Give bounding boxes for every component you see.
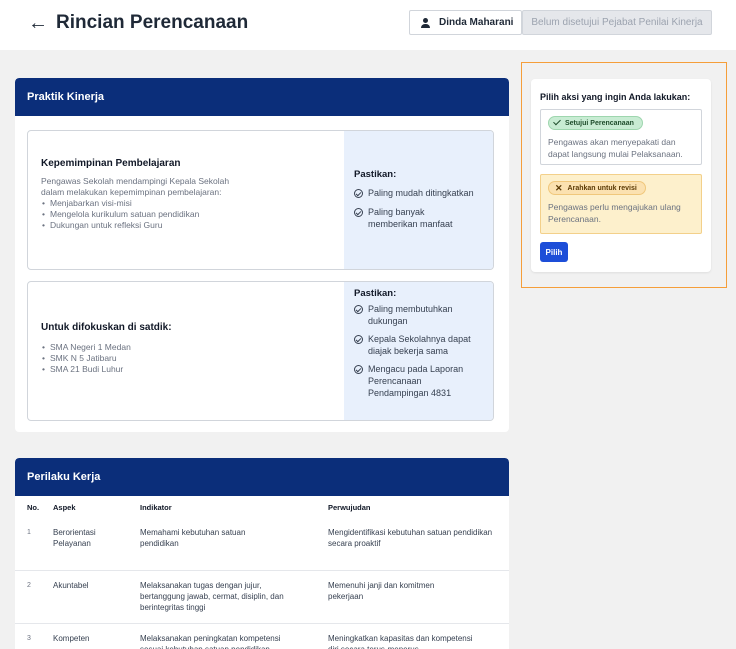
option-revise[interactable]: ✕ Arahkan untuk revisi Pengawas perlu me… [540, 174, 702, 234]
check-circle-icon [354, 304, 363, 314]
revise-desc: Pengawas perlu mengajukan ulang Perencan… [548, 202, 681, 224]
action-title: Pilih aksi yang ingin Anda lakukan: [540, 92, 691, 102]
cell-no: 1 [27, 529, 31, 536]
cell-aspek: Kompeten [53, 633, 90, 643]
satdik-info: Untuk difokuskan di satdik: SMA Negeri 1… [28, 282, 344, 420]
action-card: Pilih aksi yang ingin Anda lakukan: Setu… [531, 79, 711, 272]
check-text: Paling membutuhkan dukungan [368, 304, 453, 326]
praktik-kinerja-heading: Praktik Kinerja [15, 78, 509, 116]
cell-aspek: Akuntabel [53, 580, 89, 590]
check-text: Paling banyak memberikan manfaat [368, 207, 453, 229]
kepemimpinan-card: Kepemimpinan Pembelajaran Pengawas Sekol… [27, 130, 494, 270]
desc-line-2: dalam melakukan kepemimpinan pembelajara… [41, 187, 222, 197]
approve-desc: Pengawas akan menyepakati dan dapat lang… [548, 137, 683, 159]
list-item: SMA Negeri 1 Medan [41, 342, 344, 353]
approval-status-badge: Belum disetujui Pejabat Penilai Kinerja [522, 10, 712, 35]
satdik-pastikan: Pastikan: Paling membutuhkan dukungan Ke… [344, 282, 493, 420]
check-item: Paling banyak memberikan manfaat [354, 206, 493, 230]
check-circle-icon [354, 334, 363, 344]
action-highlight-frame: Pilih aksi yang ingin Anda lakukan: Setu… [521, 62, 727, 288]
check-text: Paling mudah ditingkatkan [368, 188, 474, 198]
kepemimpinan-pastikan: Pastikan: Paling mudah ditingkatkan Pali… [344, 131, 493, 269]
check-circle-icon [354, 188, 363, 198]
approve-label: Setujui Perencanaan [565, 119, 634, 127]
list-item: Mengelola kurikulum satuan pendidikan [41, 209, 344, 220]
pastikan-label: Pastikan: [354, 169, 397, 180]
x-icon: ✕ [555, 182, 563, 193]
top-bar: ← Rincian Perencanaan Dinda Maharani Bel… [0, 0, 736, 50]
revise-tag: ✕ Arahkan untuk revisi [548, 181, 646, 195]
table-row: 2 Akuntabel Melaksanakan tugas dengan ju… [15, 570, 509, 623]
check-text: Mengacu pada Laporan Perencanaan Pendamp… [368, 364, 464, 398]
check-item: Mengacu pada Laporan Perencanaan Pendamp… [354, 363, 493, 399]
satdik-card: Untuk difokuskan di satdik: SMA Negeri 1… [27, 281, 494, 421]
list-item: Dukungan untuk refleksi Guru [41, 220, 344, 231]
column-header: No. [27, 502, 40, 512]
column-header: Perwujudan [328, 502, 371, 512]
pastikan-label: Pastikan: [354, 288, 397, 299]
list-item: Menjabarkan visi-misi [41, 198, 344, 209]
check-item: Kepala Sekolahnya dapat diajak bekerja s… [354, 333, 493, 357]
cell-aspek: Berorientasi Pelayanan [53, 528, 96, 548]
table-row: 1 Berorientasi Pelayanan Memahami kebutu… [15, 518, 509, 570]
kepemimpinan-desc: Pengawas Sekolah mendampingi Kepala Seko… [41, 176, 344, 198]
satdik-bullets: SMA Negeri 1 Medan SMK N 5 Jatibaru SMA … [41, 342, 344, 375]
check-circle-icon [354, 364, 363, 374]
column-header: Indikator [140, 502, 172, 512]
user-name: Dinda Maharani [439, 17, 514, 28]
revise-label: Arahkan untuk revisi [567, 184, 637, 192]
table-header-row: No. Aspek Indikator Perwujudan [15, 496, 509, 518]
pilih-button[interactable]: Pilih [540, 242, 568, 262]
perilaku-table: No. Aspek Indikator Perwujudan 1 Berorie… [15, 496, 509, 649]
approve-tag: Setujui Perencanaan [548, 116, 643, 130]
table-row: 3 Kompeten Melaksanakan peningkatan komp… [15, 623, 509, 649]
user-badge[interactable]: Dinda Maharani [409, 10, 522, 35]
check-text: Kepala Sekolahnya dapat diajak bekerja s… [368, 334, 471, 356]
perilaku-kerja-panel: Perilaku Kerja No. Aspek Indikator Perwu… [15, 458, 509, 649]
cell-perwujudan: Meningkatkan kapasitas dan kompetensi di… [328, 633, 473, 649]
page-title: Rincian Perencanaan [56, 12, 249, 33]
perilaku-kerja-heading: Perilaku Kerja [15, 458, 509, 496]
desc-line-1: Pengawas Sekolah mendampingi Kepala Seko… [41, 176, 230, 186]
cell-no: 2 [27, 581, 31, 589]
list-item: SMA 21 Budi Luhur [41, 364, 344, 375]
cell-perwujudan: Mengidentifikasi kebutuhan satuan pendid… [328, 528, 493, 548]
kepemimpinan-bullets: Menjabarkan visi-misi Mengelola kurikulu… [41, 198, 344, 231]
praktik-kinerja-panel: Praktik Kinerja Kepemimpinan Pembelajara… [15, 78, 509, 432]
cell-indikator: Melaksanakan peningkatan kompetensi sesu… [140, 633, 281, 649]
cell-perwujudan: Memenuhi janji dan komitmen pekerjaan [328, 580, 435, 601]
satdik-title: Untuk difokuskan di satdik: [41, 322, 172, 333]
list-item: SMK N 5 Jatibaru [41, 353, 344, 364]
back-arrow-icon[interactable]: ← [28, 11, 48, 35]
kepemimpinan-title: Kepemimpinan Pembelajaran [41, 158, 181, 169]
kepemimpinan-info: Kepemimpinan Pembelajaran Pengawas Sekol… [28, 131, 344, 269]
check-item: Paling membutuhkan dukungan [354, 303, 493, 327]
option-approve[interactable]: Setujui Perencanaan Pengawas akan menyep… [540, 109, 702, 165]
column-header: Aspek [53, 502, 76, 512]
check-circle-icon [354, 207, 363, 217]
check-icon [553, 117, 561, 126]
check-item: Paling mudah ditingkatkan [354, 187, 493, 199]
cell-no: 3 [27, 634, 31, 642]
cell-indikator: Melaksanakan tugas dengan jujur, bertang… [140, 580, 284, 612]
user-icon [421, 17, 430, 28]
cell-indikator: Memahami kebutuhan satuan pendidikan [140, 528, 246, 548]
